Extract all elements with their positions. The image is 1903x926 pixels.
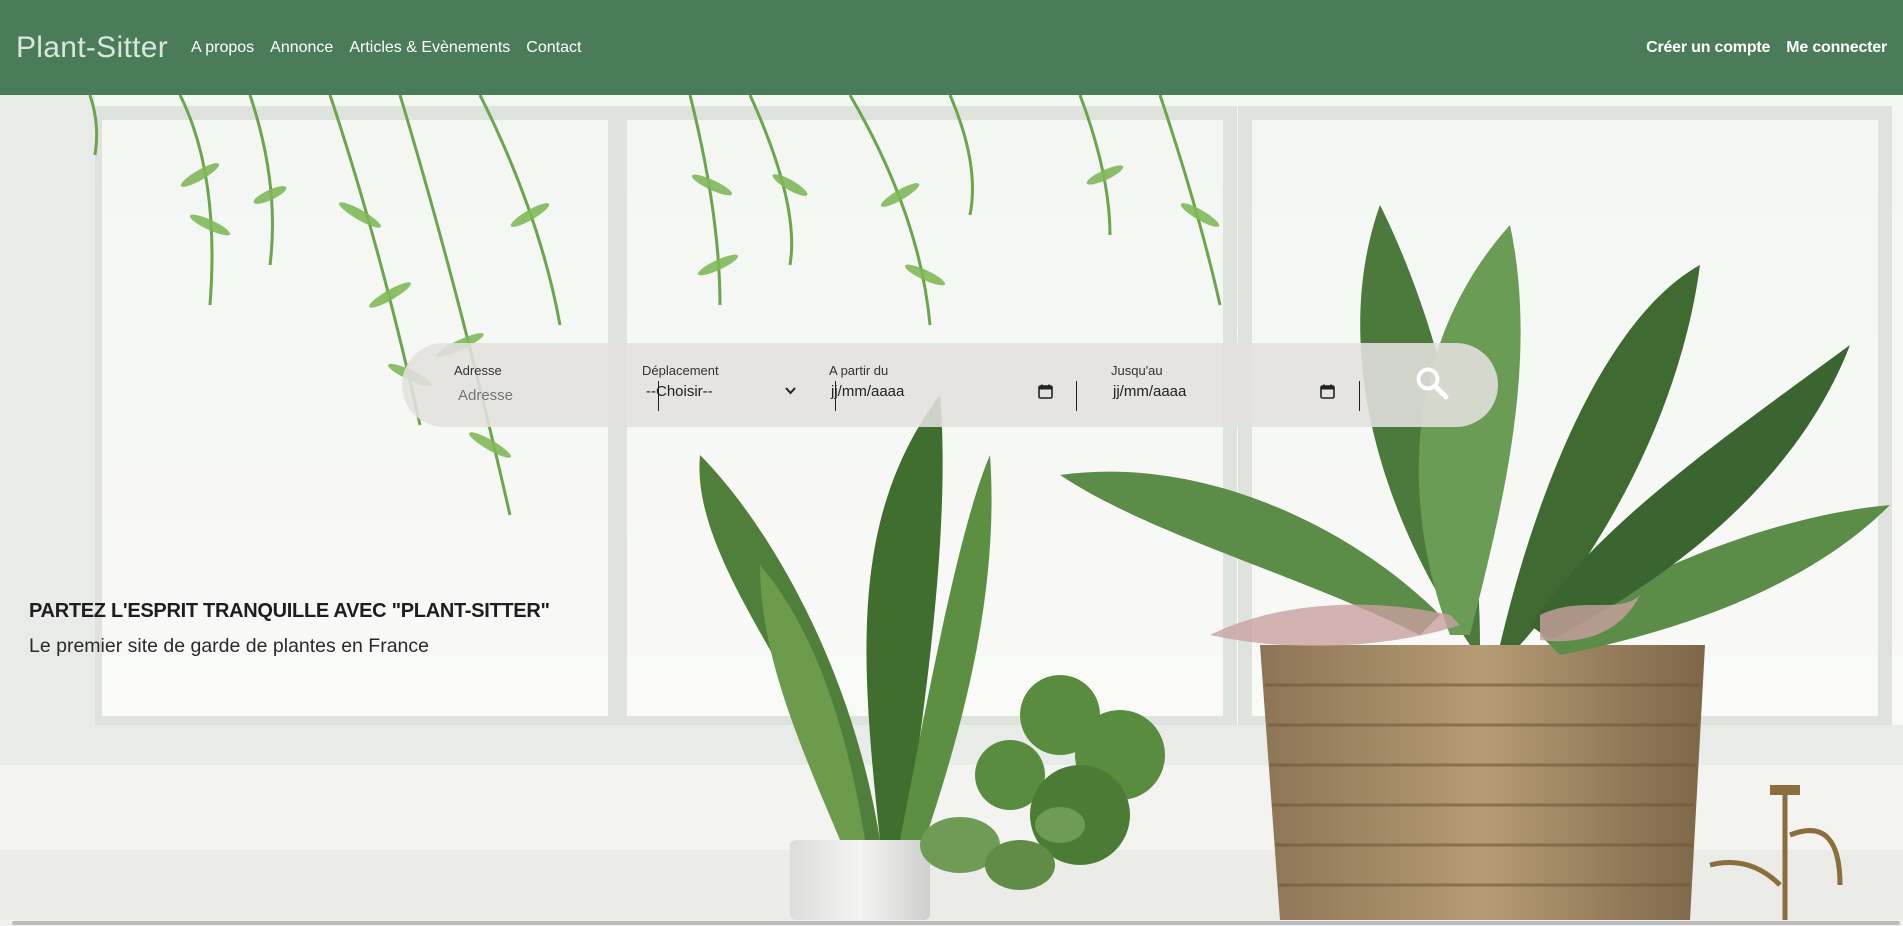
login-link[interactable]: Me connecter	[1786, 39, 1887, 57]
nav-link-contact[interactable]: Contact	[526, 39, 581, 57]
travel-select[interactable]: --Choisir--	[646, 383, 796, 400]
from-date-input[interactable]: jj/mm/aaaa	[831, 383, 1053, 400]
to-date-value: jj/mm/aaaa	[1113, 383, 1187, 400]
to-date-label: Jusqu'au	[1111, 363, 1163, 378]
nav-link-annonce[interactable]: Annonce	[270, 39, 333, 57]
nav-link-a-propos[interactable]: A propos	[191, 39, 254, 57]
from-date-label: A partir du	[829, 363, 889, 378]
travel-select-value: --Choisir--	[646, 383, 713, 400]
chevron-down-icon	[785, 386, 796, 398]
from-date-value: jj/mm/aaaa	[831, 383, 905, 400]
hero-headline: PARTEZ L'ESPRIT TRANQUILLE AVEC "PLANT-S…	[29, 600, 550, 622]
address-label: Adresse	[454, 363, 502, 378]
site-logo-link[interactable]: Plant-Sitter	[16, 31, 168, 65]
travel-label: Déplacement	[642, 363, 719, 378]
search-submit-button[interactable]	[1365, 343, 1498, 427]
top-navbar: Plant-Sitter A propos Annonce Articles &…	[0, 0, 1903, 95]
to-date-input[interactable]: jj/mm/aaaa	[1113, 383, 1335, 400]
hero-subline: Le premier site de garde de plantes en F…	[29, 635, 429, 657]
search-bar: Adresse Déplacement --Choisir-- A partir…	[402, 343, 1498, 427]
search-icon	[1415, 366, 1449, 405]
field-divider	[1075, 381, 1077, 411]
calendar-icon[interactable]	[1320, 384, 1335, 399]
field-divider	[1358, 381, 1360, 411]
account-nav: Créer un compte Me connecter	[1646, 39, 1887, 57]
hero-background-image	[0, 95, 1903, 920]
address-input[interactable]	[458, 383, 638, 407]
horizontal-scrollbar[interactable]	[0, 920, 1903, 926]
hero-section: Adresse Déplacement --Choisir-- A partir…	[0, 95, 1903, 920]
calendar-icon[interactable]	[1038, 384, 1053, 399]
nav-link-articles-evenements[interactable]: Articles & Evènements	[349, 39, 510, 57]
register-link[interactable]: Créer un compte	[1646, 39, 1770, 57]
scrollbar-thumb[interactable]	[12, 921, 1900, 925]
main-nav: A propos Annonce Articles & Evènements C…	[191, 39, 581, 57]
